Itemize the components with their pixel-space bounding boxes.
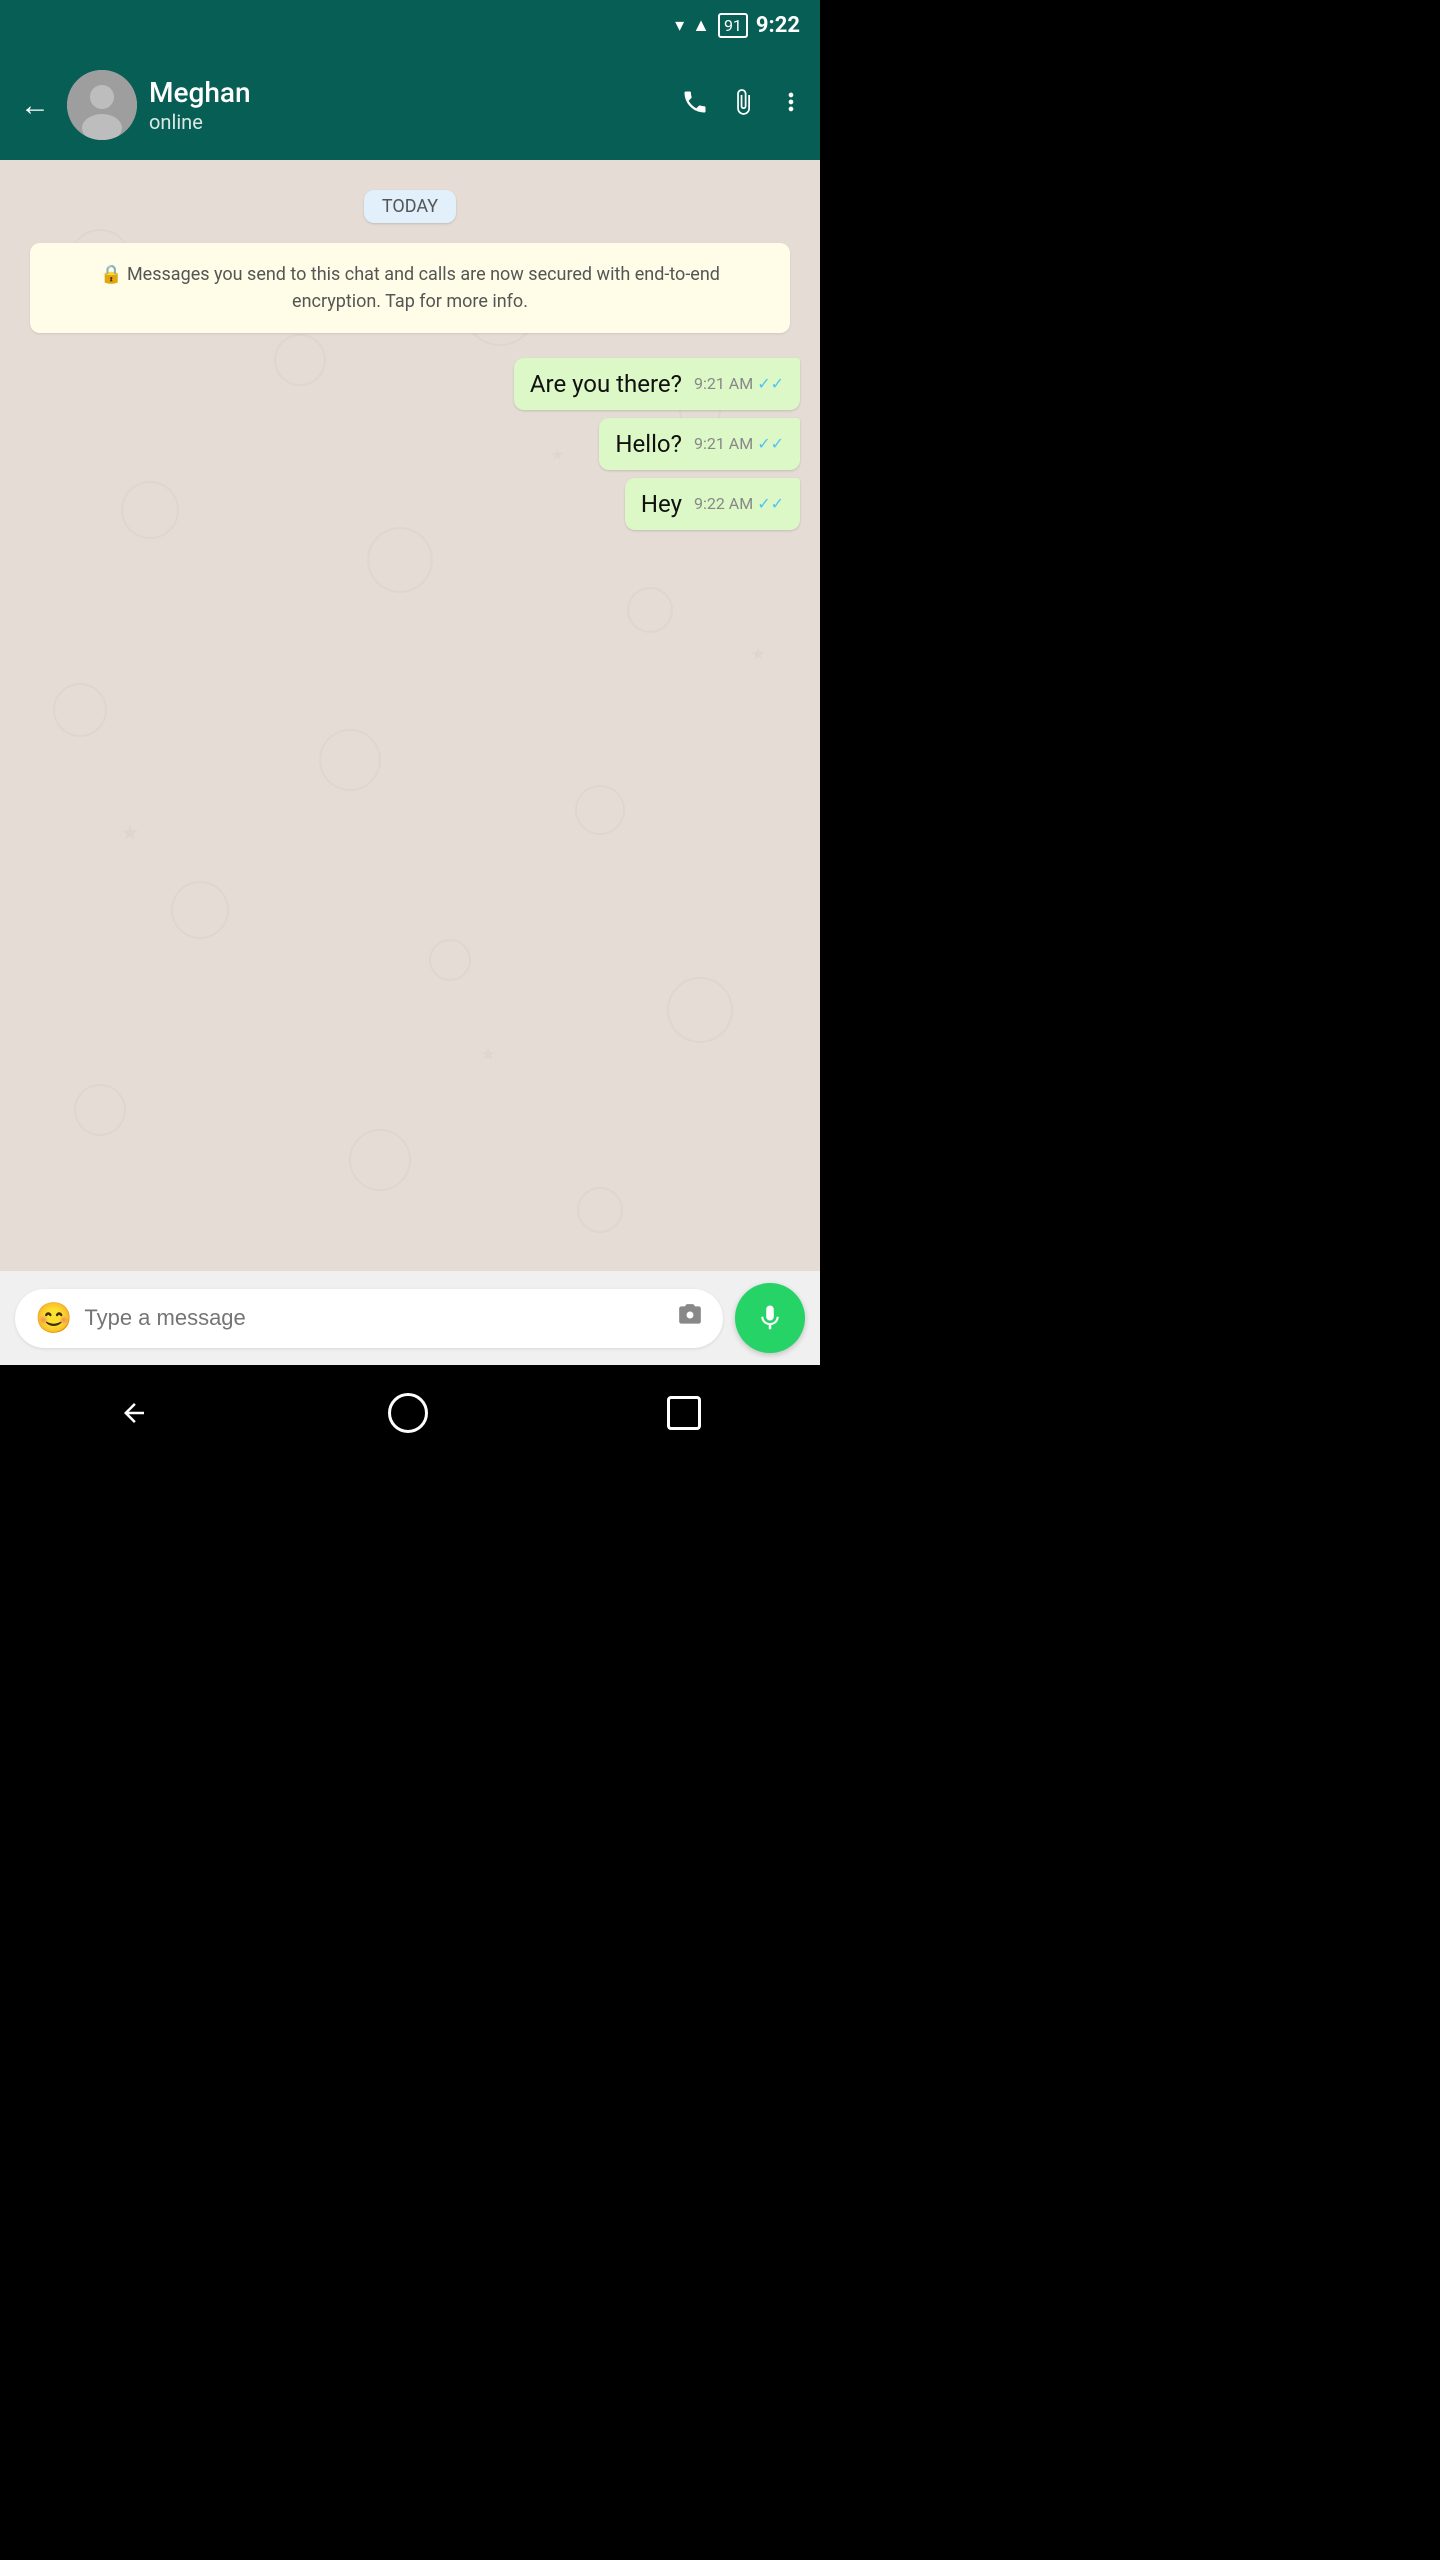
header-actions — [681, 88, 805, 123]
message-meta: 9:21 AM ✓✓ — [694, 374, 784, 393]
nav-home-button[interactable] — [388, 1393, 428, 1433]
contact-info[interactable]: Meghan online — [149, 76, 669, 134]
nav-recents-button[interactable] — [667, 1396, 701, 1430]
avatar[interactable] — [67, 70, 137, 140]
status-bar: ▾ ▲ 91 9:22 — [0, 0, 820, 50]
svg-text:★: ★ — [120, 821, 140, 846]
message-input[interactable] — [84, 1305, 665, 1331]
status-icons: ▾ ▲ 91 9:22 — [675, 13, 800, 38]
wifi-icon: ▾ — [675, 15, 684, 36]
chat-area: ★ ★ ★ ★ ★ TODAY 🔒 Messages you send to t… — [0, 160, 820, 1320]
encryption-notice[interactable]: 🔒 Messages you send to this chat and cal… — [30, 243, 790, 333]
svg-text:★: ★ — [480, 1044, 496, 1065]
message-time: 9:21 AM — [694, 374, 753, 393]
message-meta: 9:22 AM ✓✓ — [694, 494, 784, 513]
table-row: Hello? 9:21 AM ✓✓ — [20, 418, 800, 470]
read-receipt-icon: ✓✓ — [757, 494, 784, 513]
home-circle-icon — [388, 1393, 428, 1433]
message-bubble[interactable]: Hello? 9:21 AM ✓✓ — [599, 418, 800, 470]
nav-back-button[interactable] — [119, 1398, 149, 1428]
nav-bar — [0, 1365, 820, 1460]
message-bubble[interactable]: Hey 9:22 AM ✓✓ — [625, 478, 800, 530]
chat-content: TODAY 🔒 Messages you send to this chat a… — [20, 190, 800, 530]
more-icon[interactable] — [777, 88, 805, 123]
input-area: 😊 — [0, 1271, 820, 1365]
contact-name: Meghan — [149, 76, 669, 110]
mic-button[interactable] — [735, 1283, 805, 1353]
read-receipt-icon: ✓✓ — [757, 434, 784, 453]
battery-icon: 91 — [718, 13, 748, 38]
mic-icon — [755, 1303, 785, 1333]
back-button[interactable]: ← — [15, 83, 55, 128]
date-separator: TODAY — [20, 190, 800, 223]
message-text: Are you there? — [530, 370, 682, 398]
message-input-container: 😊 — [15, 1289, 723, 1348]
message-time: 9:21 AM — [694, 434, 753, 453]
date-label: TODAY — [364, 190, 456, 223]
status-time: 9:22 — [756, 13, 800, 38]
message-time: 9:22 AM — [694, 494, 753, 513]
attach-icon[interactable] — [729, 88, 757, 123]
message-bubble[interactable]: Are you there? 9:21 AM ✓✓ — [514, 358, 800, 410]
chat-header: ← Meghan online — [0, 50, 820, 160]
message-text: Hey — [641, 490, 682, 518]
signal-icon: ▲ — [692, 15, 710, 36]
contact-status: online — [149, 110, 669, 134]
table-row: Hey 9:22 AM ✓✓ — [20, 478, 800, 530]
table-row: Are you there? 9:21 AM ✓✓ — [20, 358, 800, 410]
messages-container: Are you there? 9:21 AM ✓✓ Hello? 9:21 AM… — [20, 358, 800, 530]
message-text: Hello? — [615, 430, 682, 458]
read-receipt-icon: ✓✓ — [757, 374, 784, 393]
svg-text:★: ★ — [750, 644, 766, 665]
lock-icon: 🔒 — [100, 264, 122, 285]
message-meta: 9:21 AM ✓✓ — [694, 434, 784, 453]
encryption-text: Messages you send to this chat and calls… — [127, 264, 720, 312]
recents-square-icon — [667, 1396, 701, 1430]
camera-button[interactable] — [677, 1302, 703, 1335]
call-icon[interactable] — [681, 88, 709, 123]
emoji-button[interactable]: 😊 — [35, 1301, 72, 1336]
